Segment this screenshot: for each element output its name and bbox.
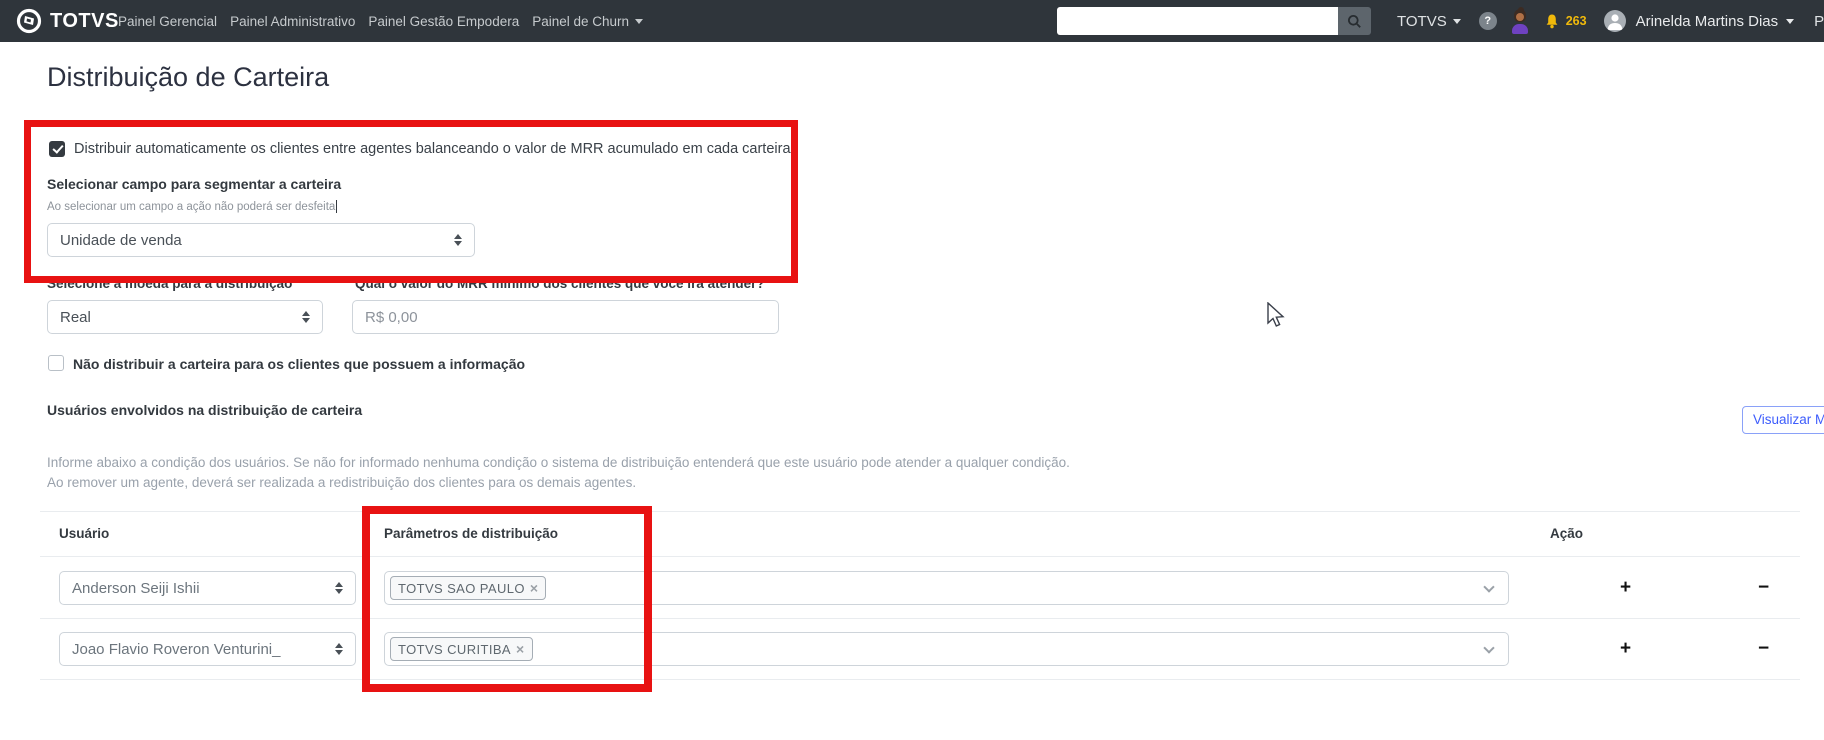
remove-tag-icon[interactable]: × [530, 581, 539, 595]
distribuicao-carteira-page: TOTVS Painel Gerencial Painel Administra… [0, 0, 1824, 740]
row-divider [40, 618, 1800, 619]
table-top-border [40, 511, 1800, 512]
remove-agent-button[interactable]: − [1758, 639, 1769, 658]
no-distribute-checkbox[interactable] [48, 355, 64, 371]
chevron-down-icon [1483, 581, 1495, 593]
select-updown-icon [302, 311, 310, 323]
totvs-brand[interactable]: TOTVS [16, 0, 119, 42]
select-updown-icon [454, 234, 462, 246]
navbar-right-cluster: TOTVS ? 263 Arinelda Martins Dias P [1057, 0, 1824, 42]
chevron-down-icon [1483, 642, 1495, 654]
notifications-count-badge: 263 [1565, 14, 1587, 28]
page-title: Distribuição de Carteira [47, 62, 330, 92]
menu-painel-gerencial[interactable]: Painel Gerencial [118, 14, 217, 29]
notifications-button[interactable]: 263 [1544, 13, 1587, 30]
currency-label: Selecione a moeda para a distribuição [47, 276, 293, 291]
user-menu[interactable]: Arinelda Martins Dias [1636, 13, 1795, 30]
remove-agent-button[interactable]: − [1758, 578, 1769, 597]
mrr-min-label: Qual o valor do MRR mínimo dos clientes … [355, 276, 765, 291]
text-caret [336, 200, 338, 213]
user-select-row1[interactable]: Anderson Seiji Ishii [59, 571, 356, 605]
menu-painel-de-churn[interactable]: Painel de Churn [532, 14, 644, 29]
auto-distribute-checkbox[interactable] [49, 141, 65, 157]
column-header-parametros: Parâmetros de distribuição [384, 526, 559, 541]
segment-field-helper: Ao selecionar um campo a ação não poderá… [47, 200, 338, 213]
users-help-line2: Ao remover um agente, deverá ser realiza… [47, 475, 637, 490]
params-tagfield-row1[interactable]: TOTVS SAO PAULO × [384, 571, 1509, 605]
no-distribute-label: Não distribuir a carteira para os client… [73, 356, 526, 372]
brand-name: TOTVS [50, 9, 119, 32]
main-menu: Painel Gerencial Painel Administrativo P… [118, 0, 644, 42]
add-agent-button[interactable]: + [1620, 639, 1631, 658]
totvs-logo-icon [16, 8, 42, 34]
top-navbar: TOTVS Painel Gerencial Painel Administra… [0, 0, 1824, 42]
search-input[interactable] [1057, 7, 1338, 35]
chevron-down-icon [1786, 18, 1795, 24]
column-header-acao: Ação [1550, 526, 1584, 541]
params-tagfield-row2[interactable]: TOTVS CURITIBA × [384, 632, 1509, 666]
users-help-line1: Informe abaixo a condição dos usuários. … [47, 455, 1070, 470]
segment-field-label: Selecionar campo para segmentar a cartei… [47, 176, 342, 192]
segment-field-select[interactable]: Unidade de venda [47, 223, 475, 257]
menu-painel-administrativo[interactable]: Painel Administrativo [230, 14, 355, 29]
user-select-row2[interactable]: Joao Flavio Roveron Venturini_ [59, 632, 356, 666]
help-icon[interactable]: ? [1478, 12, 1497, 30]
select-updown-icon [335, 643, 343, 655]
visualizar-mrr-button[interactable]: Visualizar MRR [1742, 406, 1824, 434]
users-section-title: Usuários envolvidos na distribuição de c… [47, 402, 363, 418]
bell-icon [1544, 13, 1560, 30]
currency-select[interactable]: Real [47, 300, 323, 334]
auto-distribute-label: Distribuir automaticamente os clientes e… [74, 141, 791, 157]
menu-painel-gestao-empodera[interactable]: Painel Gestão Empodera [368, 14, 519, 29]
table-header-border [40, 556, 1800, 557]
tag-chip: TOTVS CURITIBA × [390, 637, 533, 661]
chevron-down-icon [635, 18, 644, 24]
mood-avatar-icon[interactable] [1510, 6, 1530, 34]
table-bottom-border [40, 679, 1800, 680]
add-agent-button[interactable]: + [1620, 578, 1631, 597]
mrr-min-input[interactable] [352, 300, 779, 334]
language-selector[interactable]: PT-BR [1814, 13, 1824, 30]
search-icon [1347, 14, 1362, 29]
select-updown-icon [335, 582, 343, 594]
tag-chip: TOTVS SAO PAULO × [390, 576, 547, 600]
mouse-cursor [1266, 301, 1286, 335]
search-button[interactable] [1338, 7, 1371, 35]
column-header-usuario: Usuário [59, 526, 110, 541]
chevron-down-icon [1452, 18, 1461, 24]
user-avatar[interactable] [1603, 10, 1626, 32]
remove-tag-icon[interactable]: × [516, 642, 525, 656]
org-dropdown[interactable]: TOTVS [1397, 13, 1461, 30]
